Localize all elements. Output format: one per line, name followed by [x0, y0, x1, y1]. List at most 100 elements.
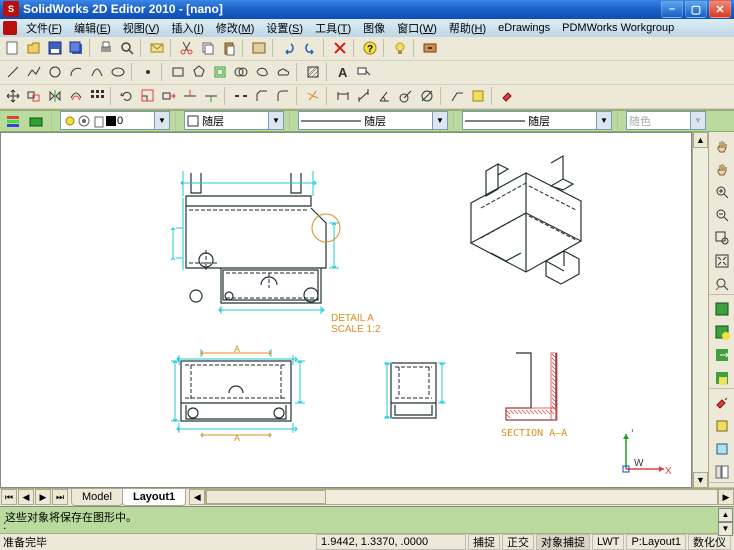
- menu-edrawings[interactable]: eDrawings: [492, 21, 556, 35]
- lightbulb-button[interactable]: [390, 38, 410, 58]
- rotate-tool[interactable]: [117, 86, 137, 106]
- status-osnap[interactable]: 对象捕捉: [536, 534, 590, 550]
- menu-window[interactable]: 窗口(W): [391, 19, 443, 37]
- props-button[interactable]: [249, 38, 269, 58]
- status-snap[interactable]: 捕捉: [468, 534, 500, 550]
- cut-button[interactable]: [177, 38, 197, 58]
- drawer-button[interactable]: [420, 38, 440, 58]
- trim-tool[interactable]: [180, 86, 200, 106]
- color-combo[interactable]: 随层 ▼: [184, 111, 284, 130]
- menu-image[interactable]: 图像: [357, 19, 391, 37]
- copy-button[interactable]: [198, 38, 218, 58]
- command-prompt[interactable]: :: [3, 518, 6, 532]
- offset-tool[interactable]: [66, 86, 86, 106]
- region-tool[interactable]: [231, 62, 251, 82]
- array-tool[interactable]: [87, 86, 107, 106]
- zoom-out-button[interactable]: [712, 205, 732, 225]
- point-tool[interactable]: [138, 62, 158, 82]
- block-insert-button[interactable]: [712, 322, 732, 342]
- tab-first-button[interactable]: ⏮: [1, 489, 17, 505]
- zoom-previous-button[interactable]: [712, 274, 732, 294]
- extend-tool[interactable]: [201, 86, 221, 106]
- boundary-tool[interactable]: [210, 62, 230, 82]
- mirror-tool[interactable]: [45, 86, 65, 106]
- menu-view[interactable]: 视图(V): [117, 19, 166, 37]
- status-lwt[interactable]: LWT: [592, 534, 624, 550]
- text-tool[interactable]: A: [333, 62, 353, 82]
- dim-dia-tool[interactable]: [417, 86, 437, 106]
- dim-angular-tool[interactable]: [375, 86, 395, 106]
- scroll-down-icon[interactable]: ▼: [693, 472, 708, 488]
- layer-manager-button[interactable]: [26, 111, 46, 131]
- dim-aligned-tool[interactable]: [354, 86, 374, 106]
- ellipse-tool[interactable]: [108, 62, 128, 82]
- help-button[interactable]: ?: [360, 38, 380, 58]
- paint-format-button[interactable]: [712, 393, 732, 413]
- tab-layout1[interactable]: Layout1: [122, 489, 186, 506]
- menu-edit[interactable]: 编辑(E): [68, 19, 117, 37]
- dim-radius-tool[interactable]: [396, 86, 416, 106]
- redo-button[interactable]: [300, 38, 320, 58]
- chamfer-tool[interactable]: [252, 86, 272, 106]
- color-dropdown-icon[interactable]: ▼: [268, 112, 283, 129]
- wipeout-tool[interactable]: [252, 62, 272, 82]
- layer-combo[interactable]: 0 ▼: [60, 111, 170, 130]
- dim-linear-tool[interactable]: [333, 86, 353, 106]
- plotstyle-dropdown-icon[interactable]: ▼: [690, 112, 705, 129]
- dimension-style-button[interactable]: [712, 439, 732, 459]
- scroll-up-icon[interactable]: ▲: [693, 132, 708, 148]
- zoom-in-button[interactable]: [712, 182, 732, 202]
- linetype-dropdown-icon[interactable]: ▼: [432, 112, 447, 129]
- menu-help[interactable]: 帮助(H): [443, 19, 492, 37]
- preview-button[interactable]: [117, 38, 137, 58]
- leader-tool[interactable]: [447, 86, 467, 106]
- undo-button[interactable]: [279, 38, 299, 58]
- hscroll-right-icon[interactable]: ▶: [718, 489, 734, 505]
- menu-tools[interactable]: 工具(T): [309, 19, 357, 37]
- explode-tool[interactable]: [303, 86, 323, 106]
- break-tool[interactable]: [231, 86, 251, 106]
- menu-insert[interactable]: 插入(I): [165, 19, 209, 37]
- poly-tool[interactable]: [189, 62, 209, 82]
- layer-dropdown-icon[interactable]: ▼: [154, 112, 169, 129]
- pan-button[interactable]: [712, 159, 732, 179]
- cloud-tool[interactable]: [273, 62, 293, 82]
- menu-modify[interactable]: 修改(M): [210, 19, 261, 37]
- command-panel[interactable]: 这些对象将保存在图形中。 : ▲ ▼: [0, 506, 734, 533]
- tab-prev-button[interactable]: ◀: [18, 489, 34, 505]
- curve-tool[interactable]: [87, 62, 107, 82]
- tab-next-button[interactable]: ▶: [35, 489, 51, 505]
- linetype-combo[interactable]: 随层 ▼: [298, 111, 448, 130]
- save-button[interactable]: [45, 38, 65, 58]
- maximize-button[interactable]: ▢: [685, 0, 707, 18]
- new-button[interactable]: [3, 38, 23, 58]
- close-button[interactable]: ✕: [709, 0, 731, 18]
- lineweight-dropdown-icon[interactable]: ▼: [596, 112, 611, 129]
- image-attach-button[interactable]: [712, 368, 732, 388]
- minimize-button[interactable]: –: [661, 0, 683, 18]
- menubar-app-icon[interactable]: [3, 21, 17, 35]
- horizontal-scrollbar[interactable]: ◀ ▶: [189, 489, 734, 505]
- copy-tool[interactable]: [24, 86, 44, 106]
- stretch-tool[interactable]: [159, 86, 179, 106]
- scale-tool[interactable]: [138, 86, 158, 106]
- menu-file[interactable]: 文件(F): [20, 19, 68, 37]
- cmd-scroll-down-icon[interactable]: ▼: [718, 522, 733, 536]
- cmd-scroll-up-icon[interactable]: ▲: [718, 508, 733, 522]
- drawing-canvas[interactable]: DETAIL ASCALE 1:2 A: [0, 132, 692, 488]
- move-tool[interactable]: [3, 86, 23, 106]
- layer-props-button[interactable]: [3, 111, 23, 131]
- hatch-tool[interactable]: [303, 62, 323, 82]
- block-tool[interactable]: [468, 86, 488, 106]
- paint-tool[interactable]: [498, 86, 518, 106]
- saveall-button[interactable]: [66, 38, 86, 58]
- tab-last-button[interactable]: ⏭: [52, 489, 68, 505]
- entity-info-button[interactable]: [712, 416, 732, 436]
- pan-realtime-button[interactable]: [712, 136, 732, 156]
- xref-button[interactable]: [712, 345, 732, 365]
- refedit-button[interactable]: [712, 299, 732, 319]
- paste-button[interactable]: [219, 38, 239, 58]
- zoom-extents-button[interactable]: [712, 251, 732, 271]
- properties-palette-button[interactable]: [712, 462, 732, 482]
- annotation-tool[interactable]: [354, 62, 374, 82]
